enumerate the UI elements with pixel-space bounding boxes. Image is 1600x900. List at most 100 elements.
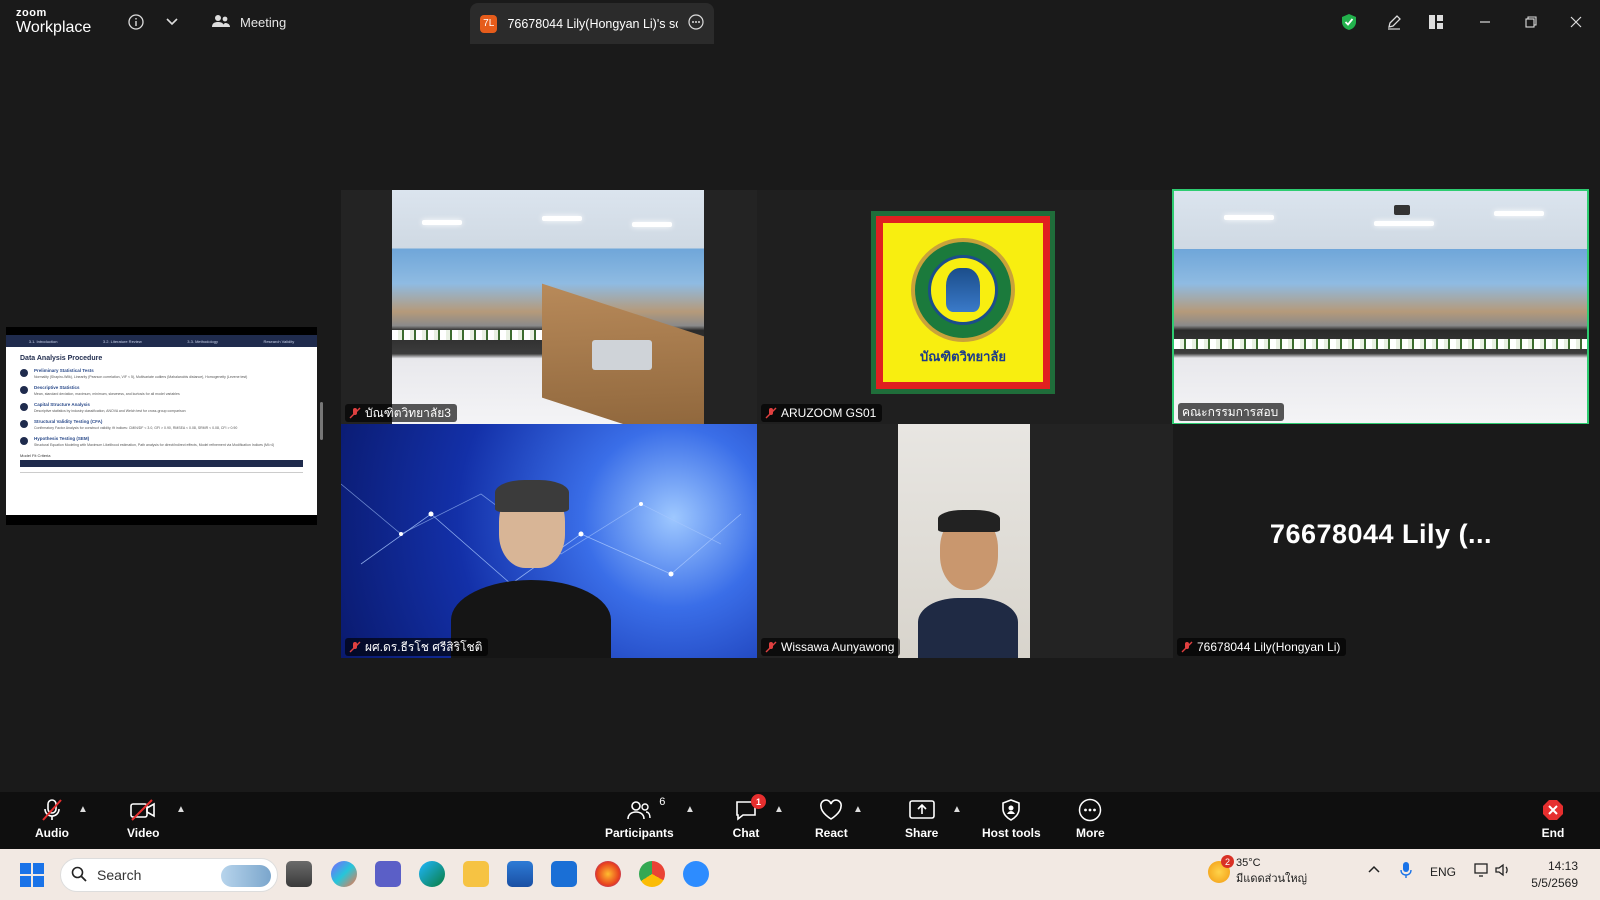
mic-muted-icon xyxy=(349,407,361,419)
participant-tile-active-speaker[interactable]: คณะกรรมการสอบ xyxy=(1172,189,1589,425)
more-icon xyxy=(1076,798,1104,822)
shared-screen-thumbnail[interactable]: 3.1. Introduction 3.2. Literature Review… xyxy=(6,327,317,525)
chevron-up-icon[interactable] xyxy=(1368,863,1380,877)
more-options-icon[interactable] xyxy=(688,14,704,33)
mail-icon[interactable] xyxy=(551,861,577,887)
file-explorer-icon[interactable] xyxy=(463,861,489,887)
share-tab-badge: 7L xyxy=(480,14,498,33)
participant-tile[interactable]: 76678044 Lily (... 76678044 Lily(Hongyan… xyxy=(1173,424,1589,658)
meeting-tab[interactable]: Meeting xyxy=(212,10,286,34)
slide-step: Structural Validity Testing (CFA) Confirm… xyxy=(20,419,303,430)
windows-start-icon[interactable] xyxy=(20,863,44,887)
input-language[interactable]: ENG xyxy=(1430,865,1456,879)
teams-icon[interactable] xyxy=(375,861,401,887)
video-options-chevron-icon[interactable]: ▲ xyxy=(176,804,186,815)
slide-nav-item: Research Validity xyxy=(263,338,295,344)
share-options-chevron-icon[interactable]: ▲ xyxy=(952,804,962,815)
participant-video xyxy=(392,190,704,424)
task-view-icon[interactable] xyxy=(286,861,312,887)
slide-step-body: Mean, standard deviation, maximum, minim… xyxy=(34,392,180,396)
slide-step-title: Hypothesis Testing (SEM) xyxy=(34,436,90,441)
copilot-icon[interactable] xyxy=(331,861,357,887)
meeting-toolbar: Audio ▲ Video ▲ 6 Participants ▲ 1 Chat … xyxy=(0,792,1600,849)
system-clock[interactable]: 14:13 5/5/2569 xyxy=(1531,858,1578,892)
participant-tile[interactable]: Wissawa Aunyawong xyxy=(757,424,1173,658)
participant-tile[interactable]: ผศ.ดร.ธีรโช ศรีสิริโชติ xyxy=(341,424,757,658)
participant-name-label: บัณฑิตวิทยาลัย3 xyxy=(345,404,457,422)
annotate-pen-icon[interactable] xyxy=(1382,10,1406,34)
react-options-chevron-icon[interactable]: ▲ xyxy=(853,804,863,815)
weather-widget[interactable]: 2 35°C มีแดดส่วนใหญ่ xyxy=(1208,855,1307,887)
slide-title: Data Analysis Procedure xyxy=(20,355,103,362)
zoom-app-icon[interactable] xyxy=(683,861,709,887)
camera-off-icon xyxy=(129,798,157,822)
minimize-icon[interactable] xyxy=(1473,10,1497,34)
react-label: React xyxy=(815,826,848,840)
more-label: More xyxy=(1076,826,1105,840)
network-icon[interactable] xyxy=(1474,863,1490,880)
participant-name: คณะกรรมการสอบ xyxy=(1182,404,1279,419)
panel-resize-handle[interactable] xyxy=(320,402,323,440)
participant-name-label: Wissawa Aunyawong xyxy=(761,638,901,656)
windows-taskbar: Search 2 35°C มีแดดส่วนใหญ่ ENG 14:13 5/… xyxy=(0,849,1600,900)
chevron-down-icon[interactable] xyxy=(160,10,184,34)
slide-step: Capital Structure Analysis Descriptive st… xyxy=(20,402,303,413)
taskbar-search[interactable]: Search xyxy=(60,858,278,892)
participant-tile[interactable]: บัณฑิตวิทยาลัย3 xyxy=(341,190,757,424)
edge-browser-icon[interactable] xyxy=(419,861,445,887)
participant-name: Wissawa Aunyawong xyxy=(781,640,895,654)
security-shield-icon[interactable] xyxy=(1337,10,1361,34)
more-button[interactable]: More xyxy=(1076,798,1105,840)
video-label: Video xyxy=(127,826,160,840)
slide-step: Hypothesis Testing (SEM) Structural Equat… xyxy=(20,436,303,447)
slide-step-body: Structural Equation Modeling with Maximu… xyxy=(34,443,275,447)
brand-bottom: Workplace xyxy=(16,19,92,36)
react-button[interactable]: React xyxy=(815,798,848,840)
chat-options-chevron-icon[interactable]: ▲ xyxy=(774,804,784,815)
slide-step-body: Confirmatory Factor Analysis for constru… xyxy=(34,426,238,430)
share-label: Share xyxy=(905,826,939,840)
slide-step-body: Normality (Shapiro-Wilk), Linearity (Pea… xyxy=(34,375,248,379)
meeting-tab-label: Meeting xyxy=(240,14,287,30)
people-icon xyxy=(212,14,230,31)
chat-unread-badge: 1 xyxy=(751,794,766,809)
host-tools-button[interactable]: Host tools xyxy=(982,798,1041,840)
video-button[interactable]: Video xyxy=(127,798,159,840)
firefox-icon[interactable] xyxy=(595,861,621,887)
chat-label: Chat xyxy=(732,826,760,840)
search-placeholder: Search xyxy=(97,867,142,883)
participant-name: บัณฑิตวิทยาลัย3 xyxy=(365,405,451,420)
screen-share-tab[interactable]: 7L 76678044 Lily(Hongyan Li)'s scree xyxy=(470,3,714,44)
participant-video xyxy=(898,424,1030,658)
participant-name: 76678044 Lily(Hongyan Li) xyxy=(1197,640,1341,654)
restore-icon[interactable] xyxy=(1519,10,1543,34)
participant-name-label: คณะกรรมการสอบ xyxy=(1178,403,1285,421)
chat-button[interactable]: 1 Chat xyxy=(732,794,766,840)
slide-nav: 3.1. Introduction 3.2. Literature Review… xyxy=(6,335,317,347)
participant-tile[interactable]: บัณฑิตวิทยาลัย ARUZOOM GS01 xyxy=(757,190,1173,424)
emblem-text: บัณฑิตวิทยาลัย xyxy=(920,350,1006,365)
end-meeting-button[interactable]: End xyxy=(1539,798,1567,840)
participant-video xyxy=(341,424,757,658)
participant-display-name: 76678044 Lily (... xyxy=(1269,519,1493,549)
participants-button[interactable]: 6 Participants xyxy=(605,796,674,840)
close-icon[interactable] xyxy=(1564,10,1588,34)
participant-name-label: 76678044 Lily(Hongyan Li) xyxy=(1177,638,1347,656)
audio-options-chevron-icon[interactable]: ▲ xyxy=(78,804,88,815)
shield-icon xyxy=(997,798,1025,822)
heart-icon xyxy=(817,798,845,822)
chrome-icon[interactable] xyxy=(639,861,665,887)
audio-button[interactable]: Audio xyxy=(35,798,69,840)
sun-icon: 2 xyxy=(1208,855,1234,883)
slide-step-title: Descriptive Statistics xyxy=(34,385,80,390)
share-button[interactable]: Share xyxy=(905,798,938,840)
microsoft-store-icon[interactable] xyxy=(507,861,533,887)
chat-bubble-icon: 1 xyxy=(732,794,766,822)
microphone-icon[interactable] xyxy=(1400,861,1412,882)
end-meeting-icon xyxy=(1539,798,1567,822)
volume-icon[interactable] xyxy=(1495,863,1511,880)
layout-view-icon[interactable] xyxy=(1424,10,1448,34)
slide-nav-item: 3.1. Introduction xyxy=(28,338,58,344)
info-icon[interactable] xyxy=(124,10,148,34)
participants-options-chevron-icon[interactable]: ▲ xyxy=(685,804,695,815)
